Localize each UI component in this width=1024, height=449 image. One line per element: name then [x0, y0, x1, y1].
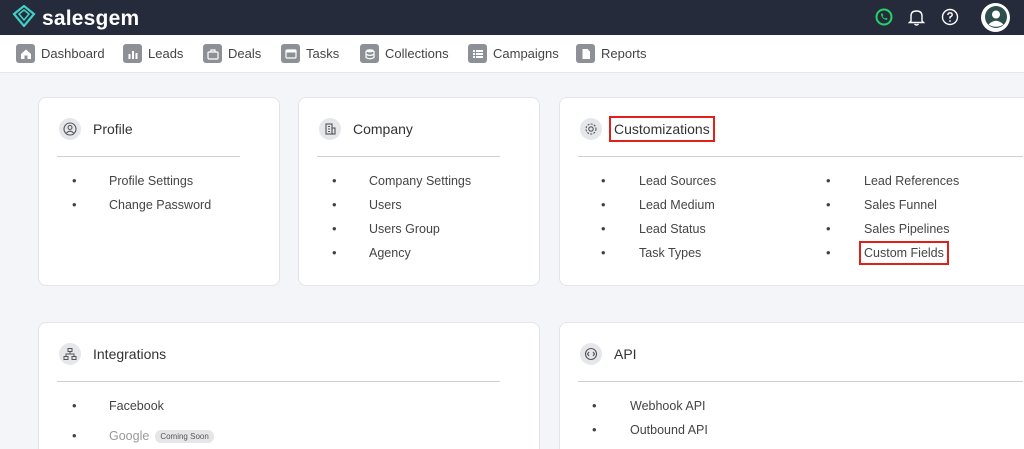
link-sales-funnel[interactable]: Sales Funnel: [864, 198, 937, 212]
link-lead-status[interactable]: Lead Status: [639, 222, 706, 236]
bullet: •: [332, 197, 337, 212]
divider: [57, 381, 500, 382]
link-lead-sources[interactable]: Lead Sources: [639, 174, 716, 188]
nav-reports[interactable]: Reports: [576, 44, 647, 63]
nav-campaigns-label: Campaigns: [493, 46, 559, 61]
customizations-title: Customizations: [609, 116, 715, 142]
bullet: •: [332, 245, 337, 260]
nav-collections[interactable]: Collections: [360, 44, 449, 63]
link-users-group[interactable]: Users Group: [369, 222, 440, 236]
link-company-settings[interactable]: Company Settings: [369, 174, 471, 188]
link-lead-medium[interactable]: Lead Medium: [639, 198, 715, 212]
network-icon: [59, 343, 81, 365]
bullet: •: [72, 428, 77, 443]
bullet: •: [72, 398, 77, 413]
top-bar: salesgem: [0, 0, 1024, 35]
customizations-card: Customizations • Lead Sources • Lead Med…: [559, 97, 1024, 286]
bullet: •: [332, 173, 337, 188]
bullet: •: [826, 221, 831, 236]
bullet: •: [72, 197, 77, 212]
bell-icon[interactable]: [907, 8, 926, 27]
company-card: Company • Company Settings • Users • Use…: [298, 97, 540, 286]
bullet: •: [826, 197, 831, 212]
bullet: •: [601, 245, 606, 260]
nav-tasks[interactable]: Tasks: [281, 44, 339, 63]
link-agency[interactable]: Agency: [369, 246, 411, 260]
bullet: •: [332, 221, 337, 236]
bullet: •: [601, 221, 606, 236]
divider: [578, 156, 1023, 157]
briefcase-icon: [203, 44, 222, 63]
brand-logo[interactable]: salesgem: [12, 4, 140, 32]
user-circle-icon: [59, 118, 81, 140]
api-icon: [580, 343, 602, 365]
api-card: API • Webhook API • Outbound API: [559, 322, 1024, 449]
database-icon: [360, 44, 379, 63]
link-lead-references[interactable]: Lead References: [864, 174, 959, 188]
link-users[interactable]: Users: [369, 198, 402, 212]
gem-logo-icon: [12, 4, 36, 32]
nav-campaigns[interactable]: Campaigns: [468, 44, 559, 63]
integrations-title: Integrations: [93, 346, 167, 362]
brand-name: salesgem: [42, 6, 140, 30]
settings-cog-icon: [580, 118, 602, 140]
nav-dashboard[interactable]: Dashboard: [16, 44, 105, 63]
list-icon: [468, 44, 487, 63]
nav-deals[interactable]: Deals: [203, 44, 261, 63]
bar-chart-icon: [123, 44, 142, 63]
bullet: •: [592, 398, 597, 413]
divider: [57, 156, 240, 157]
bullet: •: [826, 173, 831, 188]
nav-tasks-label: Tasks: [306, 46, 340, 61]
nav-collections-label: Collections: [385, 46, 449, 61]
link-task-types[interactable]: Task Types: [639, 246, 701, 260]
google-label: Google: [109, 429, 150, 443]
profile-card: Profile • Profile Settings • Change Pass…: [38, 97, 280, 286]
bullet: •: [826, 245, 831, 260]
company-title: Company: [353, 121, 413, 137]
nav-deals-label: Deals: [228, 46, 262, 61]
divider: [578, 381, 1023, 382]
bullet: •: [592, 422, 597, 437]
nav-leads-label: Leads: [148, 46, 184, 61]
document-icon: [576, 44, 595, 63]
bullet: •: [72, 173, 77, 188]
divider: [317, 156, 500, 157]
integrations-card: Integrations • Facebook • Google Coming S…: [38, 322, 540, 449]
whatsapp-icon[interactable]: [874, 8, 893, 27]
link-facebook[interactable]: Facebook: [109, 399, 164, 413]
nav-dashboard-label: Dashboard: [41, 46, 105, 61]
link-change-password[interactable]: Change Password: [109, 198, 211, 212]
help-icon[interactable]: [940, 8, 959, 27]
bullet: •: [601, 197, 606, 212]
link-google: Google Coming Soon: [109, 429, 214, 444]
tasks-icon: [281, 44, 300, 63]
link-webhook-api[interactable]: Webhook API: [630, 399, 706, 413]
profile-title: Profile: [93, 121, 133, 137]
user-avatar[interactable]: [981, 2, 1010, 32]
building-icon: [319, 118, 341, 140]
link-custom-fields[interactable]: Custom Fields: [859, 241, 949, 265]
main-nav: Dashboard Leads Deals Tasks Collections …: [0, 35, 1024, 73]
link-sales-pipelines[interactable]: Sales Pipelines: [864, 222, 949, 236]
bullet: •: [601, 173, 606, 188]
nav-reports-label: Reports: [601, 46, 647, 61]
coming-soon-badge: Coming Soon: [155, 430, 214, 444]
api-title: API: [614, 346, 637, 362]
link-outbound-api[interactable]: Outbound API: [630, 423, 708, 437]
nav-leads[interactable]: Leads: [123, 44, 183, 63]
link-profile-settings[interactable]: Profile Settings: [109, 174, 193, 188]
home-icon: [16, 44, 35, 63]
